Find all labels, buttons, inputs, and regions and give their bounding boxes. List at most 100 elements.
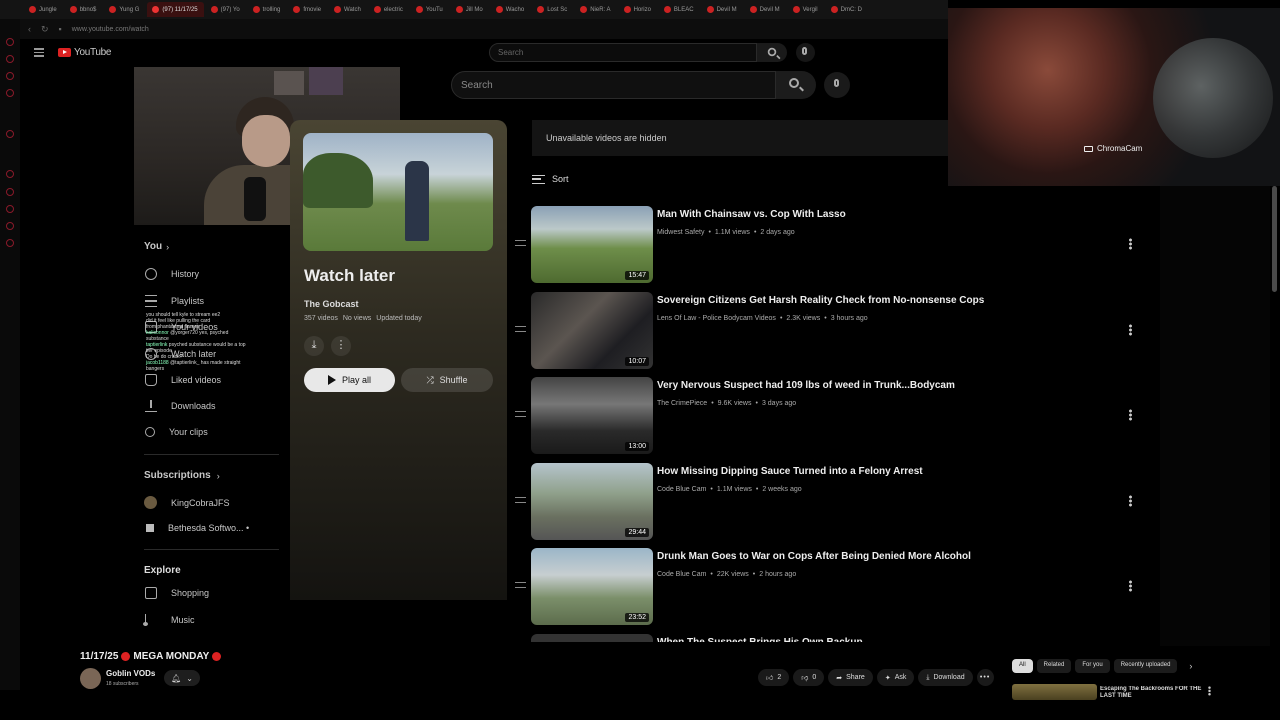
browser-tab[interactable]: Devil M (702, 2, 743, 17)
video-channel[interactable]: Lens Of Law - Police Bodycam Videos (657, 315, 776, 322)
dislike-button[interactable]: 👎︎ 0 (793, 669, 825, 686)
download-button[interactable]: ⤓ Download (918, 669, 973, 686)
subscription-bethesda[interactable]: Bethesda Softwo... • (134, 523, 249, 533)
video-channel[interactable]: Code Blue Cam (657, 571, 706, 578)
voice-search-button[interactable] (824, 72, 850, 98)
guide-item-your-clips[interactable]: Your clips (134, 427, 208, 437)
guide-item-shopping[interactable]: Shopping (134, 587, 209, 599)
video-thumbnail[interactable]: 10:07 (531, 291, 653, 369)
video-title[interactable]: Very Nervous Suspect had 109 lbs of weed… (657, 380, 955, 391)
drag-handle-icon[interactable] (515, 496, 526, 503)
video-channel[interactable]: Midwest Safety (657, 229, 704, 236)
browser-tab[interactable]: Lost Sc (532, 2, 573, 17)
video-channel[interactable]: Code Blue Cam (657, 486, 706, 493)
guide-item-music[interactable]: Music (134, 614, 195, 626)
playlist-owner[interactable]: The Gobcast (304, 299, 359, 309)
sidebar-app-icon[interactable] (6, 222, 14, 230)
browser-tab[interactable]: trolling (248, 2, 287, 17)
browser-tab[interactable]: NieR: A (575, 2, 616, 17)
search-button-small[interactable] (757, 43, 787, 62)
sidebar-app-icon[interactable] (6, 55, 14, 63)
more-actions-button[interactable]: ••• (976, 669, 994, 686)
playlist-video-row[interactable]: 10:07 Sovereign Citizens Get Harsh Realit… (513, 291, 1153, 372)
chip-all[interactable]: All (1012, 659, 1033, 673)
browser-tab[interactable]: Devil M (745, 2, 786, 17)
related-video-thumbnail[interactable] (1012, 684, 1097, 700)
playlist-video-row[interactable]: 13:00 Very Nervous Suspect had 109 lbs of… (513, 377, 1153, 457)
guide-subscriptions-header[interactable]: Subscriptions › (134, 470, 220, 481)
video-title[interactable]: Sovereign Citizens Get Harsh Reality Che… (657, 295, 984, 306)
chevron-right-icon[interactable]: › (1181, 659, 1192, 673)
sidebar-app-icon[interactable] (6, 38, 14, 46)
browser-tab[interactable]: Horizo (619, 2, 657, 17)
download-icon[interactable]: ⤓ (304, 336, 324, 356)
browser-tab[interactable]: BLEAC (659, 2, 700, 17)
browser-tab[interactable]: Jill Mo (451, 2, 489, 17)
sidebar-app-icon[interactable] (6, 170, 14, 178)
more-vert-icon[interactable] (1208, 686, 1211, 696)
playlist-video-row[interactable]: 23:52 Drunk Man Goes to War on Cops After… (513, 548, 1153, 628)
drag-handle-icon[interactable] (515, 240, 526, 246)
playlist-video-row[interactable]: 15:47 Man With Chainsaw vs. Cop With Lass… (513, 206, 1153, 286)
youtube-logo[interactable]: YouTube (58, 47, 112, 58)
more-vert-icon[interactable] (1129, 409, 1132, 421)
channel-name[interactable]: Goblin VODs (106, 669, 155, 678)
browser-tab[interactable]: Jungle (24, 2, 63, 17)
video-title[interactable]: Man With Chainsaw vs. Cop With Lasso (657, 209, 846, 220)
sidebar-app-icon[interactable] (6, 89, 14, 97)
sort-button[interactable]: Sort (532, 174, 569, 184)
voice-search-button-small[interactable] (796, 43, 815, 62)
playlist-thumbnail[interactable] (303, 133, 493, 251)
more-vert-icon[interactable] (1129, 580, 1132, 592)
chip-related[interactable]: Related (1036, 659, 1072, 673)
browser-tab[interactable]: bbno$ (65, 2, 103, 17)
scrollbar[interactable] (1272, 186, 1277, 292)
video-thumbnail[interactable]: 15:47 (531, 206, 653, 283)
playlist-video-row[interactable]: When The Suspect Brings His Own Backup (513, 633, 1153, 642)
sidebar-app-icon[interactable] (6, 205, 14, 213)
browser-tab[interactable]: Vergil (788, 2, 824, 17)
search-input-small[interactable]: Search (489, 43, 757, 62)
browser-tab[interactable]: (97) Yo (206, 2, 246, 17)
notification-bell-button[interactable]: 🔔︎ ⌄ (164, 670, 200, 686)
address-bar[interactable]: ‹ ↻ ▪ www.youtube.com/watch (20, 19, 948, 39)
shuffle-button[interactable]: ⤮ Shuffle (401, 368, 493, 392)
browser-tab[interactable]: Wacho (491, 2, 530, 17)
subscription-kingcobrajfs[interactable]: KingCobraJFS (134, 496, 230, 509)
sidebar-app-icon[interactable] (6, 188, 14, 196)
back-icon[interactable]: ‹ (28, 24, 31, 34)
more-vert-icon[interactable] (1129, 494, 1132, 507)
video-channel[interactable]: The CrimePiece (657, 400, 707, 407)
video-thumbnail[interactable] (531, 633, 653, 642)
chip-for-you[interactable]: For you (1075, 659, 1110, 673)
guide-menu-icon[interactable] (34, 48, 44, 57)
video-title[interactable]: How Missing Dipping Sauce Turned into a … (657, 466, 923, 477)
more-vert-icon[interactable] (1129, 238, 1132, 250)
video-title[interactable]: Drunk Man Goes to War on Cops After Bein… (657, 551, 971, 562)
sidebar-app-icon[interactable] (6, 72, 14, 80)
drag-handle-icon[interactable] (515, 582, 526, 588)
like-button[interactable]: 👍︎ 2 (758, 669, 790, 686)
reload-icon[interactable]: ↻ (41, 24, 49, 35)
playlist-video-row[interactable]: 29:44 How Missing Dipping Sauce Turned in… (513, 462, 1153, 543)
chip-recently-uploaded[interactable]: Recently uploaded (1113, 659, 1178, 673)
share-button[interactable]: ➦ Share (828, 669, 873, 686)
video-thumbnail[interactable]: 13:00 (531, 377, 653, 454)
video-title[interactable]: When The Suspect Brings His Own Backup (657, 637, 863, 642)
guide-you-header[interactable]: You › (134, 241, 169, 252)
browser-tab[interactable]: Yung G (104, 2, 145, 17)
more-vert-icon[interactable]: ⋮ (331, 336, 351, 356)
related-video-title[interactable]: Escaping The Backrooms FOR THE LAST TIME (1100, 686, 1204, 700)
search-input[interactable]: Search (451, 71, 776, 99)
drag-handle-icon[interactable] (515, 411, 526, 417)
guide-item-playlists[interactable]: Playlists (134, 295, 204, 307)
sidebar-app-icon[interactable] (6, 130, 14, 138)
browser-tab[interactable]: DmC: D (826, 2, 868, 17)
browser-tab[interactable]: electric (369, 2, 409, 17)
browser-tab[interactable]: fmovie (288, 2, 327, 17)
browser-tab[interactable]: YouTu (411, 2, 449, 17)
channel-avatar[interactable] (80, 668, 101, 689)
sidebar-app-icon[interactable] (6, 239, 14, 247)
drag-handle-icon[interactable] (515, 325, 526, 332)
browser-tab[interactable]: Watch (329, 2, 367, 17)
